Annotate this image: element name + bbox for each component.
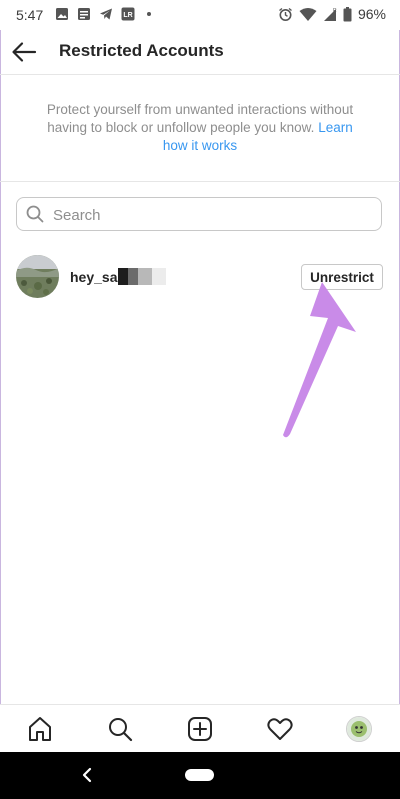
section-divider bbox=[0, 181, 400, 182]
svg-text:LR: LR bbox=[123, 12, 132, 19]
pointer-arrow-annotation bbox=[283, 282, 356, 438]
wifi-icon bbox=[299, 7, 317, 21]
search-input[interactable] bbox=[51, 198, 375, 232]
telegram-icon bbox=[100, 8, 112, 20]
profile-avatar-image bbox=[347, 717, 371, 741]
alarm-icon bbox=[279, 7, 292, 21]
home-icon[interactable] bbox=[26, 715, 54, 743]
status-notification-icons: LR bbox=[55, 7, 151, 21]
redacted-text bbox=[118, 268, 166, 285]
status-time: 5:47 bbox=[16, 7, 44, 23]
page-title: Restricted Accounts bbox=[59, 41, 224, 60]
system-back-icon[interactable] bbox=[79, 766, 97, 784]
signal-icon: R bbox=[323, 8, 337, 21]
new-post-icon[interactable] bbox=[186, 715, 214, 743]
restricted-description: Protect yourself from unwanted interacti… bbox=[40, 101, 360, 155]
description-text: Protect yourself from unwanted interacti… bbox=[46, 102, 354, 135]
search-tab-icon[interactable] bbox=[106, 715, 134, 743]
status-system-icons: R 96% bbox=[278, 6, 386, 22]
system-navigation-bar bbox=[0, 752, 400, 799]
profile-avatar[interactable] bbox=[346, 716, 372, 742]
battery-icon bbox=[343, 6, 352, 21]
status-bar: 5:47 LR R 96% bbox=[0, 0, 400, 30]
bottom-tab-bar bbox=[0, 704, 400, 753]
lr-app-icon: LR bbox=[121, 7, 135, 21]
dot-icon bbox=[147, 12, 151, 16]
image-icon bbox=[56, 8, 68, 20]
system-home-pill[interactable] bbox=[185, 769, 214, 781]
activity-heart-icon[interactable] bbox=[266, 715, 294, 743]
search-bar[interactable] bbox=[16, 197, 382, 232]
news-icon bbox=[78, 8, 90, 20]
app-header: Restricted Accounts bbox=[0, 30, 400, 75]
battery-percent: 96% bbox=[357, 6, 386, 22]
account-username[interactable]: hey_sar bbox=[70, 269, 123, 285]
avatar-photo bbox=[16, 255, 59, 298]
back-arrow-icon[interactable] bbox=[10, 38, 38, 66]
svg-text:R: R bbox=[333, 8, 337, 14]
search-icon bbox=[26, 205, 44, 223]
avatar[interactable] bbox=[16, 255, 59, 298]
